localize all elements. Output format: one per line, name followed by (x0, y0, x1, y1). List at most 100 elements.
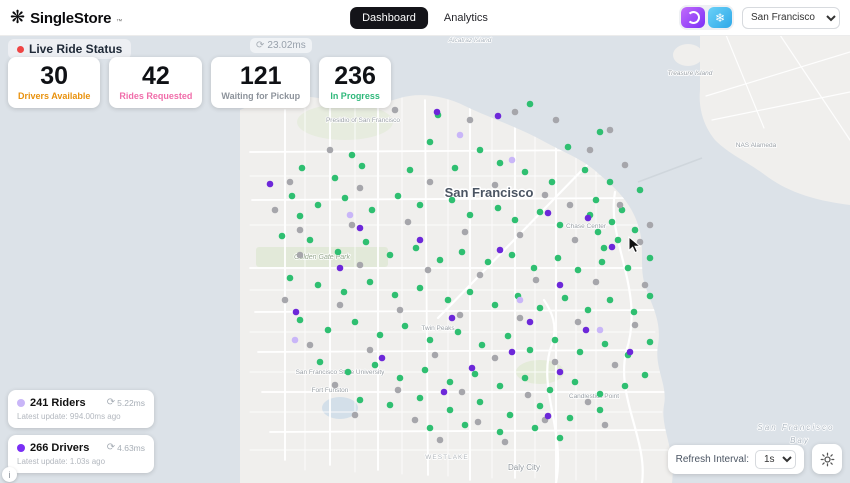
map-dot-idle[interactable] (366, 346, 374, 354)
map-dot-ride-in-progress[interactable] (416, 201, 424, 209)
tab-dashboard[interactable]: Dashboard (350, 6, 428, 29)
map-dot-ride-in-progress[interactable] (614, 236, 622, 244)
map-dot-driver[interactable] (544, 412, 552, 420)
map-dot-ride-in-progress[interactable] (556, 434, 564, 442)
map-dot-ride-in-progress[interactable] (314, 281, 322, 289)
map-dot-ride-in-progress[interactable] (646, 338, 654, 346)
map-dot-ride-in-progress[interactable] (476, 146, 484, 154)
map-dot-ride-in-progress[interactable] (368, 206, 376, 214)
map-dot-ride-in-progress[interactable] (606, 178, 614, 186)
map-dot-ride-in-progress[interactable] (316, 358, 324, 366)
map-dot-ride-in-progress[interactable] (600, 244, 608, 252)
map-dot-ride-in-progress[interactable] (476, 398, 484, 406)
map-dot-idle[interactable] (331, 381, 339, 389)
singlestore-db-toggle-button[interactable] (681, 7, 705, 28)
map-dot-idle[interactable] (336, 301, 344, 309)
map-dot-idle[interactable] (466, 116, 474, 124)
map-dot-ride-in-progress[interactable] (296, 212, 304, 220)
map-dot-idle[interactable] (532, 276, 540, 284)
map-dot-ride-in-progress[interactable] (571, 378, 579, 386)
map-dot-idle[interactable] (516, 314, 524, 322)
map-dot-ride-in-progress[interactable] (426, 336, 434, 344)
map-dot-ride-in-progress[interactable] (340, 288, 348, 296)
map-dot-idle[interactable] (281, 296, 289, 304)
map-dot-driver[interactable] (440, 388, 448, 396)
map-dot-idle[interactable] (348, 221, 356, 229)
map-dot-ride-in-progress[interactable] (551, 336, 559, 344)
map-dot-ride-in-progress[interactable] (366, 278, 374, 286)
map-dot-ride-in-progress[interactable] (444, 296, 452, 304)
map-dot-ride-in-progress[interactable] (546, 386, 554, 394)
map-dot-ride-in-progress[interactable] (508, 251, 516, 259)
map-dot-driver[interactable] (336, 264, 344, 272)
map-dot-idle[interactable] (541, 191, 549, 199)
map-dot-ride-in-progress[interactable] (631, 226, 639, 234)
map-dot-ride-in-progress[interactable] (371, 361, 379, 369)
map-dot-ride-in-progress[interactable] (446, 378, 454, 386)
map-dot-driver[interactable] (292, 308, 300, 316)
map-dot-ride-in-progress[interactable] (581, 166, 589, 174)
map-dot-ride-in-progress[interactable] (576, 348, 584, 356)
map-dot-idle[interactable] (404, 218, 412, 226)
map-dot-ride-in-progress[interactable] (406, 166, 414, 174)
map-dot-ride-in-progress[interactable] (298, 164, 306, 172)
map-dot-ride-in-progress[interactable] (601, 340, 609, 348)
map-dot-ride-in-progress[interactable] (426, 138, 434, 146)
map-dot-ride-in-progress[interactable] (386, 251, 394, 259)
map-dot-idle[interactable] (551, 358, 559, 366)
map-dot-ride-in-progress[interactable] (334, 248, 342, 256)
city-select[interactable]: San Francisco (742, 6, 840, 29)
snowflake-db-toggle-button[interactable]: ❄ (708, 7, 732, 28)
map-dot-ride-in-progress[interactable] (596, 390, 604, 398)
map-dot-ride-in-progress[interactable] (511, 216, 519, 224)
map-dot-ride-in-progress[interactable] (324, 326, 332, 334)
map-dot-ride-in-progress[interactable] (451, 164, 459, 172)
map-dot-ride-in-progress[interactable] (521, 374, 529, 382)
map-dot-idle[interactable] (286, 178, 294, 186)
map-dot-ride-in-progress[interactable] (396, 374, 404, 382)
map-dot-driver[interactable] (448, 314, 456, 322)
refresh-interval-select[interactable]: 1s (755, 450, 796, 469)
map-dot-ride-in-progress[interactable] (448, 196, 456, 204)
map-dot-ride-in-progress[interactable] (531, 424, 539, 432)
map-dot-ride-in-progress[interactable] (554, 254, 562, 262)
map-dot-ride-in-progress[interactable] (344, 368, 352, 376)
map-dot-ride-in-progress[interactable] (606, 296, 614, 304)
map-dot-idle[interactable] (391, 106, 399, 114)
map-dot-idle[interactable] (511, 108, 519, 116)
map-dot-ride-in-progress[interactable] (646, 292, 654, 300)
map-dot-ride-in-progress[interactable] (362, 238, 370, 246)
map-dot-idle[interactable] (491, 354, 499, 362)
map-dot-ride-in-progress[interactable] (466, 288, 474, 296)
map-dot-ride-in-progress[interactable] (478, 341, 486, 349)
map-dot-ride-in-progress[interactable] (458, 248, 466, 256)
map-dot-ride-in-progress[interactable] (491, 301, 499, 309)
map-dot-ride-in-progress[interactable] (436, 256, 444, 264)
map-dot-ride-in-progress[interactable] (466, 211, 474, 219)
map-dot-ride-in-progress[interactable] (412, 244, 420, 252)
map-dot-idle[interactable] (592, 278, 600, 286)
map-dot-ride-in-progress[interactable] (446, 406, 454, 414)
map-dot-ride-in-progress[interactable] (496, 428, 504, 436)
map-dot-ride-in-progress[interactable] (416, 284, 424, 292)
map-dot-ride-in-progress[interactable] (314, 201, 322, 209)
map-dot-idle[interactable] (621, 161, 629, 169)
map-dot-idle[interactable] (501, 438, 509, 446)
map-dot-ride-in-progress[interactable] (630, 308, 638, 316)
map-dot-ride-in-progress[interactable] (621, 382, 629, 390)
map-dot-idle[interactable] (491, 181, 499, 189)
map-dot-driver[interactable] (433, 108, 441, 116)
map-dot-ride-in-progress[interactable] (596, 128, 604, 136)
map-dot-ride-in-progress[interactable] (564, 143, 572, 151)
map-dot-idle[interactable] (474, 418, 482, 426)
map-dot-ride-in-progress[interactable] (556, 221, 564, 229)
map-dot-idle[interactable] (461, 228, 469, 236)
map-dot-ride-in-progress[interactable] (646, 254, 654, 262)
map-dot-idle[interactable] (631, 321, 639, 329)
map-dot-idle[interactable] (571, 236, 579, 244)
map-dot-rider[interactable] (346, 211, 354, 219)
map-dot-ride-in-progress[interactable] (521, 168, 529, 176)
map-dot-ride-in-progress[interactable] (348, 151, 356, 159)
map-dot-ride-in-progress[interactable] (574, 266, 582, 274)
map-dot-ride-in-progress[interactable] (484, 258, 492, 266)
